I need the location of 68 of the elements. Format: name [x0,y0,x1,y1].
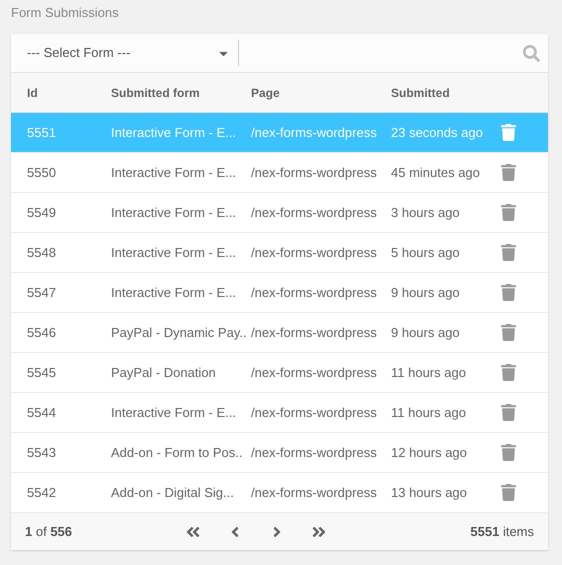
delete-icon[interactable] [500,404,517,421]
submitted-cell-text: 23 seconds ago [391,124,484,142]
page-cell-text: /nex-forms-wordpress [251,404,378,422]
id-cell-text: 5547 [27,284,57,302]
id-cell-text: 5550 [27,164,57,182]
form-cell-text: Interactive Form - E... [111,244,237,262]
item-count: 5551 items [470,522,534,541]
id-cell-text: 5548 [27,244,57,262]
form-cell-text: Interactive Form - E... [111,284,237,302]
form-cell-text: Interactive Form - E... [111,164,237,182]
column-header[interactable]: Submitted form [111,84,251,102]
page-cell-text: /nex-forms-wordpress [251,284,378,302]
form-cell-text: Interactive Form - E... [111,124,237,142]
submitted-cell-text: 9 hours ago [391,284,461,302]
delete-icon[interactable] [500,124,517,141]
table-row[interactable]: 5546 PayPal - Dynamic Pay.. /nex-forms-wordpress 9 hours ago [11,313,548,353]
submitted-cell-text: 12 hours ago [391,444,468,462]
delete-icon[interactable] [500,364,517,381]
table-row[interactable]: 5547 Interactive Form - E... /nex-forms-wordpress 9 hours ago [11,273,548,313]
id-cell-text: 5542 [27,484,57,502]
id-cell-text: 5543 [27,444,57,462]
page-cell-text: /nex-forms-wordpress [251,124,378,142]
page-cell-text: /nex-forms-wordpress [251,324,378,342]
table-row[interactable]: 5545 PayPal - Donation /nex-forms-wordpress 11 hours ago [11,353,548,393]
submitted-cell-text: 9 hours ago [391,324,461,342]
submitted-cell-text: 13 hours ago [391,484,468,502]
form-cell-text: PayPal - Dynamic Pay.. [111,324,248,342]
form-cell-text: Add-on - Digital Sig... [111,484,235,502]
form-select[interactable]: --- Select Form --- [27,43,230,63]
section-title: Form Submissions [11,4,120,22]
search-icon[interactable] [523,44,540,62]
delete-icon[interactable] [500,484,517,501]
page-cell-text: /nex-forms-wordpress [251,244,378,262]
page-cell-text: /nex-forms-wordpress [251,444,378,462]
page-cell-text: /nex-forms-wordpress [251,364,378,382]
table-row[interactable]: 5549 Interactive Form - E... /nex-forms-wordpress 3 hours ago [11,193,548,233]
table-row[interactable]: 5550 Interactive Form - E... /nex-forms-wordpress 45 minutes ago [11,153,548,193]
column-header[interactable]: Submitted [391,84,500,102]
id-cell-text: 5546 [27,324,57,342]
delete-icon[interactable] [500,204,517,221]
page-indicator: 1 of 556 [25,522,74,541]
page-cell-text: /nex-forms-wordpress [251,484,378,502]
id-cell-text: 5549 [27,204,57,222]
form-cell-text: Interactive Form - E... [111,204,237,222]
submitted-cell-text: 5 hours ago [391,244,461,262]
delete-icon[interactable] [500,324,517,341]
delete-icon[interactable] [500,164,517,181]
table-row[interactable]: 5548 Interactive Form - E... /nex-forms-wordpress 5 hours ago [11,233,548,273]
page-cell-text: /nex-forms-wordpress [251,204,378,222]
form-cell-text: Interactive Form - E... [111,404,237,422]
delete-icon[interactable] [500,244,517,261]
table-row[interactable]: 5543 Add-on - Form to Pos.. /nex-forms-wordpress 12 hours ago [11,433,548,473]
table-row[interactable]: 5542 Add-on - Digital Sig... /nex-forms-wordpress 13 hours ago [11,473,548,513]
id-cell-text: 5551 [27,124,57,142]
form-cell-text: PayPal - Donation [111,364,217,382]
submitted-cell-text: 45 minutes ago [391,164,481,182]
submitted-cell-text: 11 hours ago [391,404,467,422]
table-row[interactable]: 5544 Interactive Form - E... /nex-forms-wordpress 11 hours ago [11,393,548,433]
form-cell-text: Add-on - Form to Pos.. [111,444,244,462]
id-cell-text: 5544 [27,404,57,422]
page-cell-text: /nex-forms-wordpress [251,164,378,182]
submitted-cell-text: 11 hours ago [391,364,467,382]
id-cell-text: 5545 [27,364,57,382]
column-header[interactable]: Id [27,84,111,102]
delete-icon[interactable] [500,444,517,461]
column-header[interactable]: Page [251,84,391,102]
delete-icon[interactable] [500,284,517,301]
submitted-cell-text: 3 hours ago [391,204,461,222]
